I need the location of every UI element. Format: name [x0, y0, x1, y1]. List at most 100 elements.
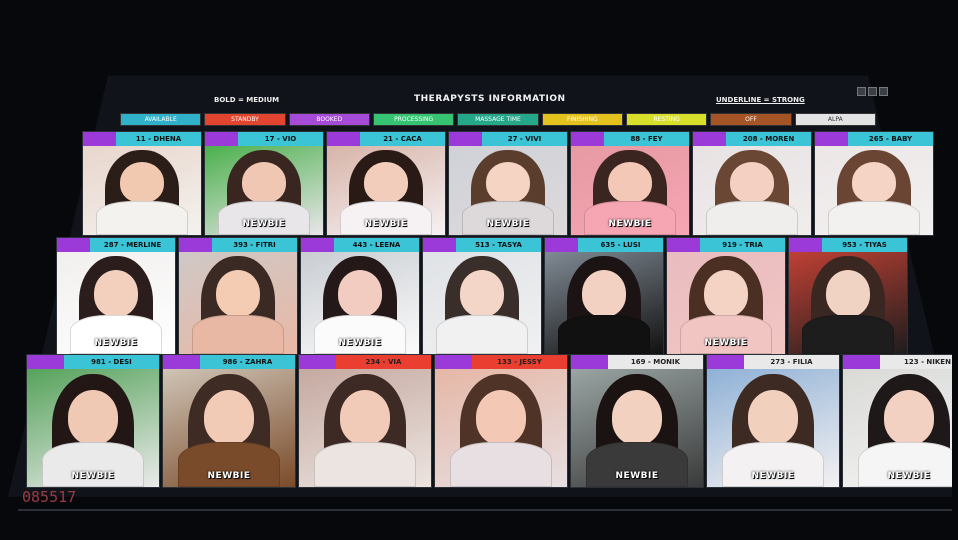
- legend-chip-alpa: ALPA: [794, 113, 876, 126]
- photo-clothing: [435, 315, 528, 354]
- status-indicator: [693, 132, 727, 146]
- therapist-name: 273 - FILIA: [743, 355, 839, 369]
- divider: [18, 509, 952, 511]
- status-indicator: [707, 355, 744, 369]
- therapist-card[interactable]: 273 - FILIA NEWBIE: [706, 354, 840, 488]
- newbie-badge: NEWBIE: [615, 471, 659, 481]
- photo-clothing: [313, 442, 417, 487]
- therapist-card[interactable]: 21 - CACA NEWBIE: [326, 131, 446, 236]
- therapist-header: 21 - CACA: [327, 132, 445, 146]
- therapist-name: 513 - TASYA: [456, 238, 541, 252]
- photo-face: [581, 270, 627, 318]
- therapist-card[interactable]: 27 - VIVI NEWBIE: [448, 131, 568, 236]
- photo-clothing: [449, 442, 553, 487]
- therapist-name: 393 - FITRI: [212, 238, 297, 252]
- therapist-header: 393 - FITRI: [179, 238, 297, 252]
- therapist-header: 208 - MOREN: [693, 132, 811, 146]
- therapist-card[interactable]: 123 - NIKEN NEWBIE: [842, 354, 952, 488]
- therapist-name: 21 - CACA: [360, 132, 445, 146]
- therapist-photo: [693, 146, 811, 235]
- photo-face: [611, 390, 663, 445]
- photo-face: [241, 162, 287, 203]
- newbie-badge: NEWBIE: [94, 338, 138, 348]
- therapist-photo: [179, 252, 297, 354]
- therapist-card[interactable]: 635 - LUSI: [544, 237, 664, 355]
- status-indicator: [843, 355, 880, 369]
- therapist-card[interactable]: 169 - MONIK NEWBIE: [570, 354, 704, 488]
- therapist-photo: [815, 146, 933, 235]
- therapist-header: 273 - FILIA: [707, 355, 839, 369]
- therapist-card[interactable]: 234 - VIA: [298, 354, 432, 488]
- therapist-photo: [163, 369, 295, 487]
- status-indicator: [423, 238, 457, 252]
- therapist-header: 133 - JESSY: [435, 355, 567, 369]
- therapist-name: 443 - LEENA: [334, 238, 419, 252]
- legend-chip-resting: RESTING: [625, 113, 708, 126]
- therapist-card[interactable]: 88 - FEY NEWBIE: [570, 131, 690, 236]
- therapist-photo: [83, 146, 201, 235]
- therapist-header: 635 - LUSI: [545, 238, 663, 252]
- therapist-name: 265 - BABY: [848, 132, 933, 146]
- therapist-photo: [789, 252, 907, 354]
- newbie-badge: NEWBIE: [71, 471, 115, 481]
- therapist-name: 953 - TIYAS: [822, 238, 907, 252]
- therapist-card[interactable]: 11 - DHENA: [82, 131, 202, 236]
- therapist-photo: [27, 369, 159, 487]
- photo-face: [729, 162, 775, 203]
- therapist-header: 27 - VIVI: [449, 132, 567, 146]
- therapist-card[interactable]: 287 - MERLINE NEWBIE: [56, 237, 176, 355]
- newbie-badge: NEWBIE: [608, 219, 652, 229]
- photo-clothing: [191, 315, 284, 354]
- therapist-header: 443 - LEENA: [301, 238, 419, 252]
- newbie-badge: NEWBIE: [704, 338, 748, 348]
- newbie-badge: NEWBIE: [751, 471, 795, 481]
- therapist-card[interactable]: 513 - TASYA: [422, 237, 542, 355]
- photo-face: [883, 390, 935, 445]
- photo-clothing: [95, 201, 188, 235]
- therapist-card[interactable]: 208 - MOREN: [692, 131, 812, 236]
- photo-face: [363, 162, 409, 203]
- therapist-header: 11 - DHENA: [83, 132, 201, 146]
- therapist-name: 981 - DESI: [63, 355, 159, 369]
- therapist-header: 981 - DESI: [27, 355, 159, 369]
- legend-chip-booked: BOOKED: [288, 113, 370, 126]
- status-indicator: [27, 355, 64, 369]
- status-indicator: [163, 355, 200, 369]
- photo-face: [607, 162, 653, 203]
- status-indicator: [299, 355, 336, 369]
- therapist-card[interactable]: 265 - BABY: [814, 131, 934, 236]
- therapist-card[interactable]: 981 - DESI NEWBIE: [26, 354, 160, 488]
- therapist-card[interactable]: 986 - ZAHRA NEWBIE: [162, 354, 296, 488]
- therapist-name: 208 - MOREN: [726, 132, 811, 146]
- therapist-row: 11 - DHENA 17 - VIO NEWBIE 21 - CACA NEWBIE 2…: [82, 131, 934, 236]
- legend-chip-processing: PROCESSING: [372, 113, 455, 126]
- legend-chip-finishing: FINISHING: [541, 113, 623, 126]
- therapist-header: 234 - VIA: [299, 355, 431, 369]
- photo-face: [93, 270, 139, 318]
- legend-chip-off: OFF: [710, 113, 792, 126]
- status-indicator: [179, 238, 213, 252]
- therapist-card[interactable]: 919 - TRIA NEWBIE: [666, 237, 786, 355]
- therapist-photo: [423, 252, 541, 354]
- therapist-name: 986 - ZAHRA: [199, 355, 295, 369]
- therapist-header: 986 - ZAHRA: [163, 355, 295, 369]
- status-indicator: [667, 238, 701, 252]
- photo-face: [825, 270, 871, 318]
- therapist-card[interactable]: 133 - JESSY: [434, 354, 568, 488]
- status-legend: AVAILABLE STANDBY BOOKED PROCESSING MASSAGE …: [120, 113, 876, 127]
- status-indicator: [571, 355, 608, 369]
- therapist-header: 17 - VIO: [205, 132, 323, 146]
- therapist-name: 88 - FEY: [604, 132, 689, 146]
- photo-clothing: [827, 201, 920, 235]
- monitor-screen: BOLD = MEDIUM THERAPYSTS INFORMATION UND…: [8, 0, 952, 536]
- status-indicator: [205, 132, 239, 146]
- photo-clothing: [679, 315, 772, 354]
- therapist-card[interactable]: 953 - TIYAS: [788, 237, 908, 355]
- newbie-badge: NEWBIE: [364, 219, 408, 229]
- therapist-card[interactable]: 17 - VIO NEWBIE: [204, 131, 324, 236]
- status-indicator: [57, 238, 91, 252]
- therapist-photo: [299, 369, 431, 487]
- therapist-card[interactable]: 393 - FITRI: [178, 237, 298, 355]
- therapist-card[interactable]: 443 - LEENA NEWBIE: [300, 237, 420, 355]
- status-indicator: [449, 132, 483, 146]
